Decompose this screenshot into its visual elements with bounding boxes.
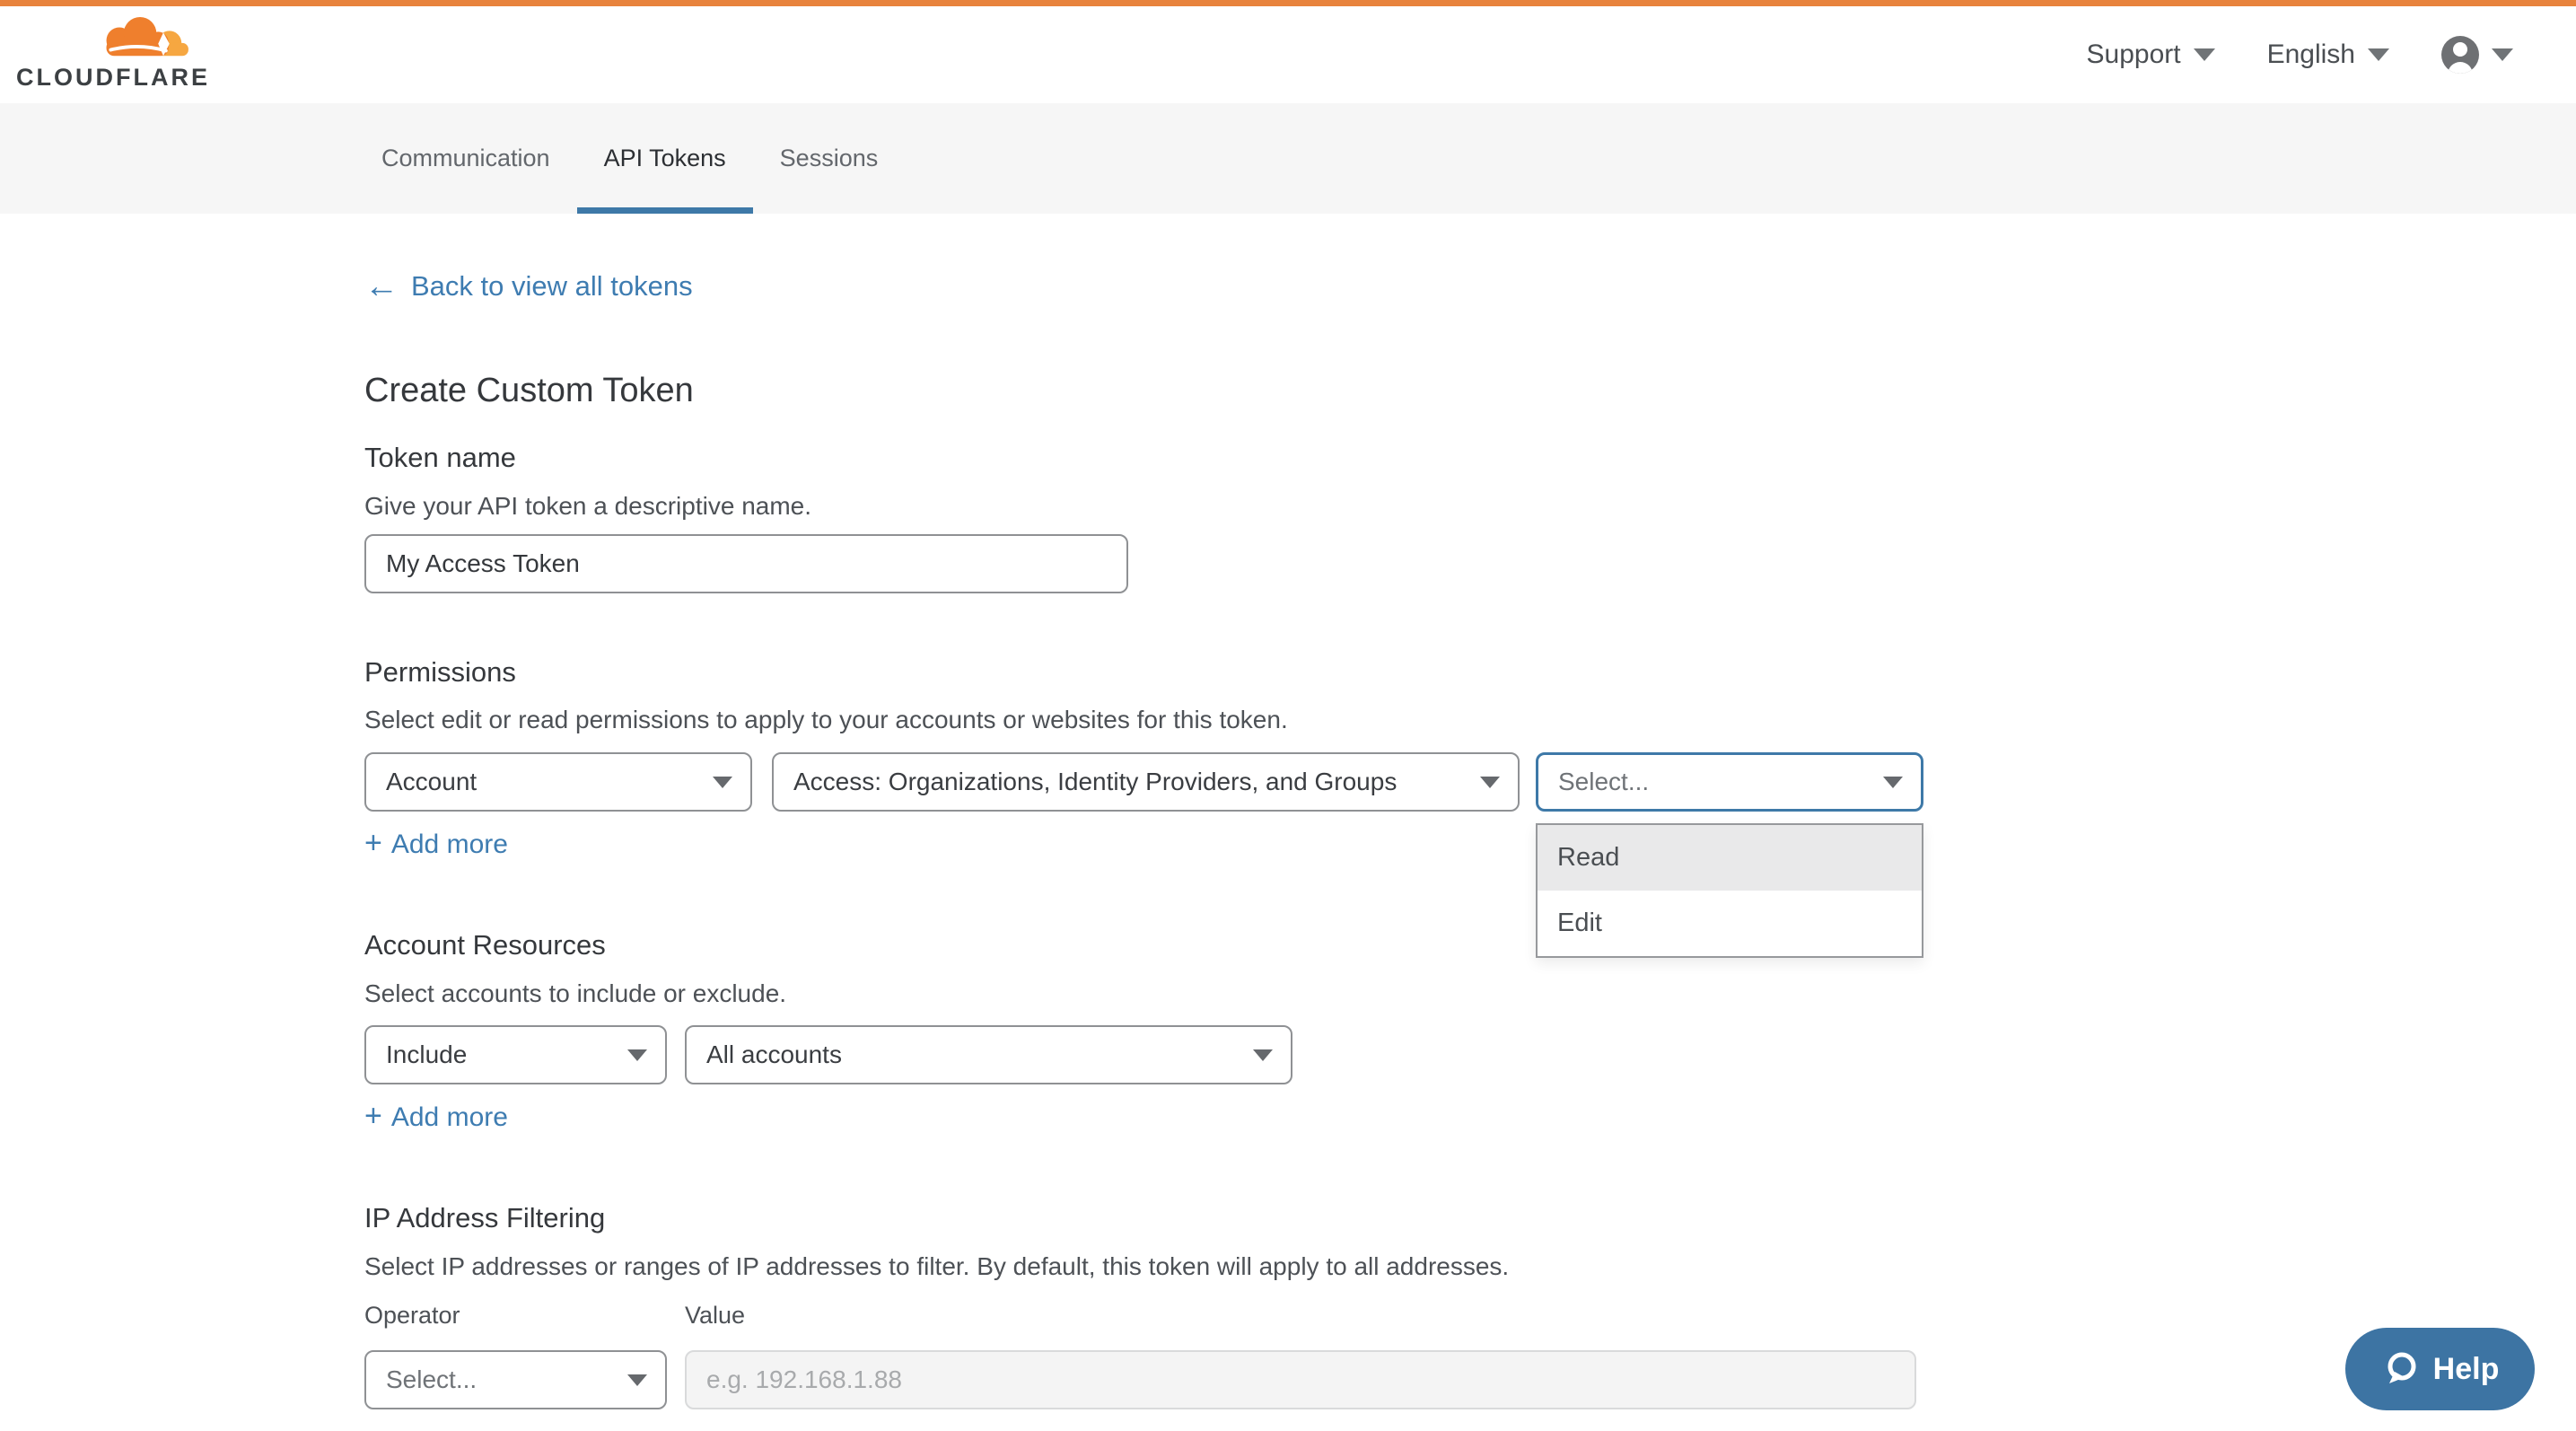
chevron-down-icon [2368,48,2389,61]
chevron-down-icon [713,777,732,788]
language-label: English [2267,40,2355,70]
permissions-description: Select edit or read permissions to apply… [364,706,1288,734]
account-resources-add-more-link[interactable]: + Add more [364,1101,508,1133]
chevron-down-icon [2492,48,2513,61]
header: CLOUDFLARE Support English [0,6,2576,103]
account-resources-mode-select[interactable]: Include [364,1025,667,1084]
account-resources-selection-select[interactable]: All accounts [685,1025,1292,1084]
cloudflare-cloud-icon [88,17,194,62]
chevron-down-icon [627,1374,647,1386]
token-name-description: Give your API token a descriptive name. [364,492,811,521]
tab-api-tokens[interactable]: API Tokens [577,103,753,214]
permission-level-placeholder: Select... [1558,768,1649,796]
permission-level-dropdown-menu: Read Edit [1536,823,1923,958]
help-button[interactable]: Help [2345,1328,2535,1410]
tab-communication[interactable]: Communication [355,103,577,214]
add-more-label: Add more [391,1102,508,1133]
permission-scope-value: Account [386,768,477,796]
chevron-down-icon [1480,777,1500,788]
help-label: Help [2433,1352,2500,1387]
menu-option-read[interactable]: Read [1538,825,1922,891]
permission-resource-value: Access: Organizations, Identity Provider… [793,768,1397,796]
account-resources-description: Select accounts to include or exclude. [364,979,786,1008]
chevron-down-icon [627,1049,647,1061]
chevron-down-icon [2194,48,2215,61]
plus-icon: + [364,828,382,858]
account-menu[interactable] [2441,36,2513,74]
profile-tabbar: Communication API Tokens Sessions [0,103,2576,214]
chevron-down-icon [1883,777,1903,788]
cloudflare-logo[interactable]: CLOUDFLARE [16,17,223,92]
ip-operator-placeholder: Select... [386,1365,477,1394]
ip-operator-select[interactable]: Select... [364,1350,667,1409]
operator-label: Operator [364,1302,460,1330]
header-actions: Support English [2087,6,2513,103]
create-custom-token-page: CLOUDFLARE Support English Communication… [0,0,2576,1431]
permission-scope-select[interactable]: Account [364,752,752,812]
permissions-heading: Permissions [364,656,516,689]
chevron-down-icon [1253,1049,1273,1061]
ip-value-input[interactable] [685,1350,1916,1409]
support-label: Support [2087,40,2181,70]
tab-sessions[interactable]: Sessions [753,103,906,214]
account-resources-heading: Account Resources [364,929,606,961]
account-resources-mode-value: Include [386,1040,467,1069]
token-name-heading: Token name [364,442,516,474]
ip-filtering-description: Select IP addresses or ranges of IP addr… [364,1252,1509,1281]
permission-resource-select[interactable]: Access: Organizations, Identity Provider… [772,752,1520,812]
plus-icon: + [364,1101,382,1131]
value-label: Value [685,1302,745,1330]
account-resources-selection-value: All accounts [706,1040,842,1069]
cloudflare-wordmark: CLOUDFLARE [16,64,223,92]
back-to-tokens-link[interactable]: ← Back to view all tokens [364,269,693,303]
permission-level-select[interactable]: Select... [1536,752,1923,812]
support-menu[interactable]: Support [2087,40,2215,70]
left-arrow-icon: ← [364,269,399,303]
top-accent-bar [0,0,2576,6]
chat-bubble-icon [2381,1349,2421,1389]
permissions-add-more-link[interactable]: + Add more [364,828,508,860]
menu-option-edit[interactable]: Edit [1538,891,1922,956]
language-menu[interactable]: English [2267,40,2389,70]
back-link-label: Back to view all tokens [411,270,693,303]
token-name-input[interactable] [364,534,1128,593]
user-avatar-icon [2441,36,2479,74]
ip-filtering-heading: IP Address Filtering [364,1202,605,1234]
page-title: Create Custom Token [364,372,694,410]
add-more-label: Add more [391,830,508,860]
